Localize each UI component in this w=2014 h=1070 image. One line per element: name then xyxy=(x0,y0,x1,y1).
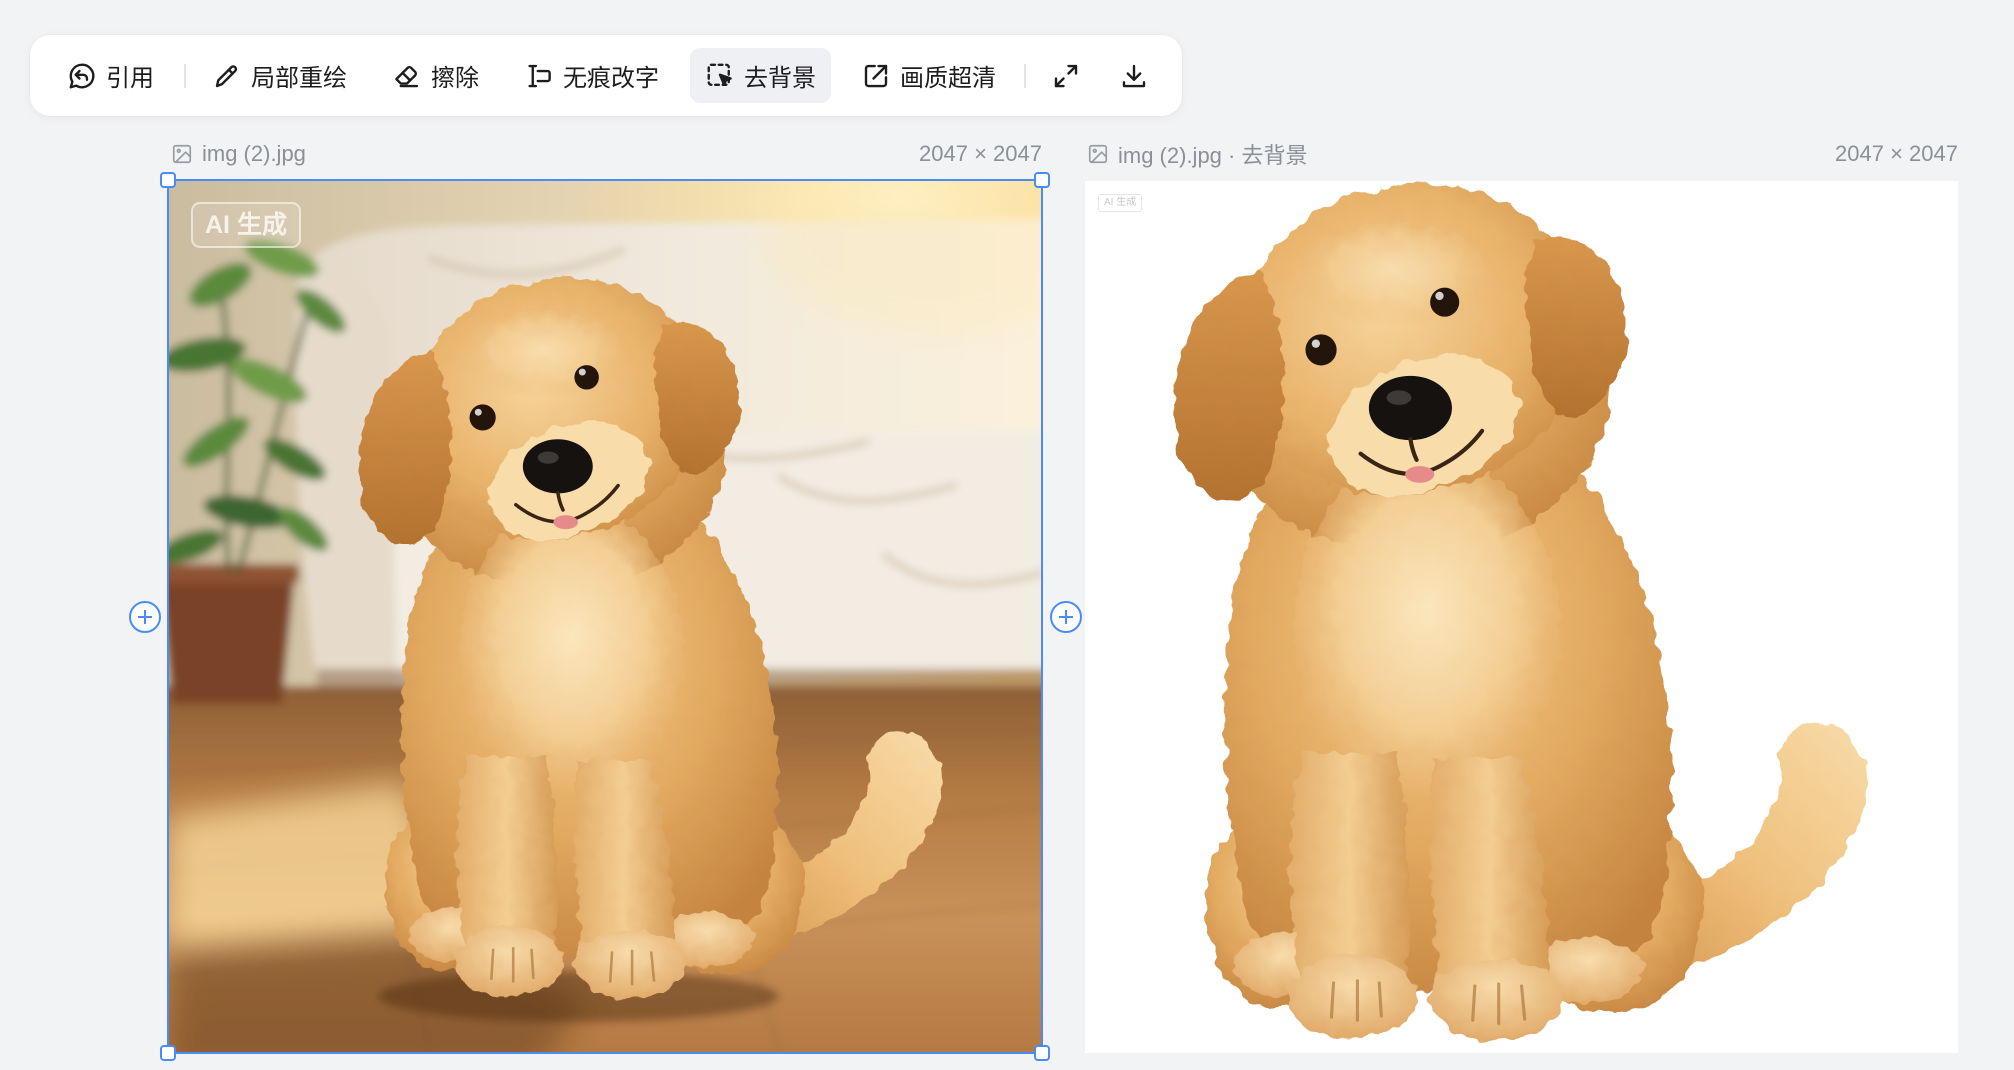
pencil-icon xyxy=(215,64,238,87)
add-right-handle-plus-icon[interactable] xyxy=(1050,601,1082,633)
inpaint-button[interactable]: 局部重绘 xyxy=(197,48,362,103)
original-dimensions: 2047 × 2047 xyxy=(919,141,1042,166)
quote-label: 引用 xyxy=(106,65,154,92)
expand-button[interactable] xyxy=(1036,48,1096,103)
result-dimensions: 2047 × 2047 xyxy=(1835,141,1958,166)
result-photo xyxy=(1085,181,1958,1053)
original-image-label: img (2).jpg xyxy=(171,140,306,168)
remove-background-button[interactable]: 去背景 xyxy=(690,48,831,103)
image-file-icon xyxy=(172,144,192,164)
original-photo xyxy=(168,180,1042,1053)
resize-handle-bottom-left[interactable] xyxy=(160,1045,176,1061)
add-left-handle-plus-icon[interactable] xyxy=(129,601,161,633)
toolbar-divider xyxy=(1024,64,1026,88)
resize-handle-top-left[interactable] xyxy=(160,172,176,188)
text-edit-icon xyxy=(528,64,551,87)
resize-handle-bottom-right[interactable] xyxy=(1034,1045,1050,1061)
ai-generated-badge: AI 生成 xyxy=(191,202,301,248)
ai-generated-badge: AI 生成 xyxy=(1098,194,1143,212)
image-file-icon xyxy=(1088,144,1108,164)
quote-reply-icon xyxy=(69,63,95,88)
expand-icon xyxy=(1054,64,1078,87)
erase-label: 擦除 xyxy=(431,65,479,92)
inpaint-label: 局部重绘 xyxy=(251,65,347,92)
result-image[interactable]: AI 生成 xyxy=(1085,181,1958,1053)
toolbar-divider xyxy=(184,64,186,88)
eraser-icon xyxy=(395,65,419,87)
download-icon xyxy=(1122,64,1146,87)
remove-background-label: 去背景 xyxy=(744,65,816,92)
image-edit-toolbar: 引用 局部重绘 擦除 无痕改字 去背景 画质超清 xyxy=(30,35,1182,116)
edit-text-button[interactable]: 无痕改字 xyxy=(509,48,674,103)
original-image[interactable]: AI 生成 xyxy=(168,180,1042,1053)
erase-button[interactable]: 擦除 xyxy=(377,48,494,103)
result-image-label: img (2).jpg · 去背景 xyxy=(1087,140,1307,168)
quote-button[interactable]: 引用 xyxy=(52,48,169,103)
upscale-button[interactable]: 画质超清 xyxy=(846,48,1011,103)
result-filename: img (2).jpg · 去背景 xyxy=(1118,143,1308,168)
download-button[interactable] xyxy=(1104,48,1164,103)
upscale-icon xyxy=(864,64,888,87)
edit-text-label: 无痕改字 xyxy=(563,65,659,92)
upscale-label: 画质超清 xyxy=(900,65,996,92)
original-filename: img (2).jpg xyxy=(202,141,306,166)
remove-background-icon xyxy=(707,63,732,86)
resize-handle-top-right[interactable] xyxy=(1034,172,1050,188)
